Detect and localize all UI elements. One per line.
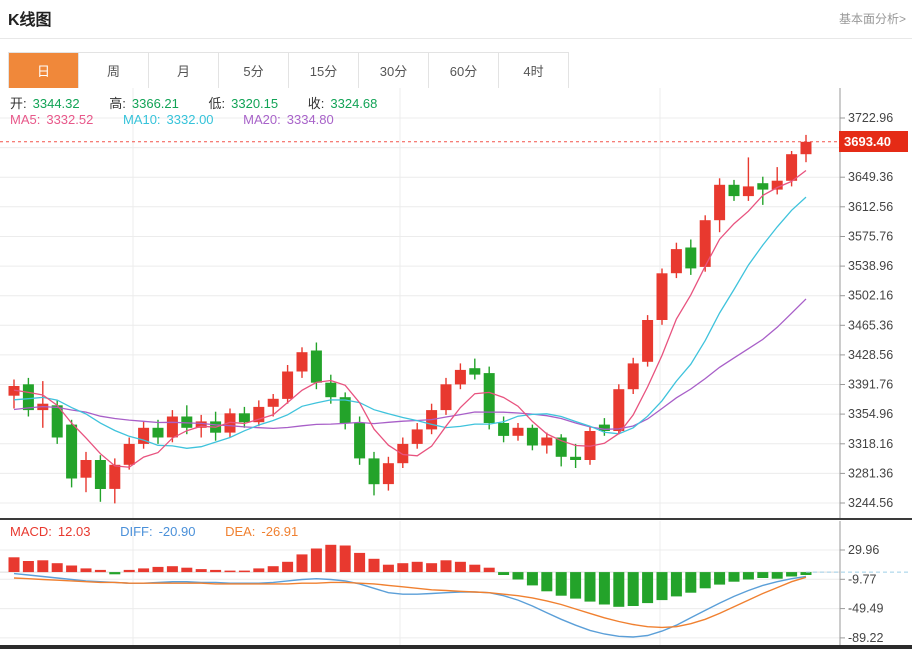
fundamental-analysis-link[interactable]: 基本面分析>: [839, 10, 906, 27]
candle-bodies: [9, 142, 812, 489]
tab-4时[interactable]: 4时: [499, 53, 568, 90]
y-axis-label: 3575.76: [848, 230, 893, 244]
y-axis-label: 3428.56: [848, 348, 893, 362]
y-axis-label: 3722.96: [848, 111, 893, 125]
macd-histogram: [9, 545, 812, 607]
y-axis-label: 3391.76: [848, 378, 893, 392]
y-axis-label: 3502.16: [848, 289, 893, 303]
y-axis-label: 3244.56: [848, 496, 893, 510]
bottom-border: [0, 645, 912, 649]
y-axis-label: 3354.96: [848, 407, 893, 421]
current-price-badge: 3693.40: [839, 131, 908, 152]
kline-page: K线图 基本面分析> 日周月5分15分30分60分4时 3722.963686.…: [0, 0, 912, 651]
y-axis-label: 3612.56: [848, 200, 893, 214]
header-divider: [0, 38, 912, 39]
y-axis-label: 3538.96: [848, 259, 893, 273]
interval-tabbar: 日周月5分15分30分60分4时: [8, 52, 569, 91]
y-axis-label: 3318.16: [848, 437, 893, 451]
macd-axis-label: -9.77: [848, 572, 877, 586]
pane-separator: [0, 518, 912, 520]
tab-5分[interactable]: 5分: [219, 53, 289, 90]
macd-chart[interactable]: 29.96-9.77-49.49-89.22 MACD:12.03 DIFF:-…: [0, 521, 912, 645]
macd-axis-label: -89.22: [848, 631, 883, 645]
y-axis-label: 3649.36: [848, 170, 893, 184]
macd-axis-label: -49.49: [848, 602, 883, 616]
candlestick-svg: 3722.963686.163649.363612.563575.763538.…: [0, 88, 912, 519]
tab-周[interactable]: 周: [79, 53, 149, 90]
y-axis-label: 3281.36: [848, 466, 893, 480]
tab-15分[interactable]: 15分: [289, 53, 359, 90]
tab-日[interactable]: 日: [9, 53, 79, 90]
y-axis-label: 3465.36: [848, 318, 893, 332]
macd-axis-label: 29.96: [848, 543, 879, 557]
candlestick-chart[interactable]: 3722.963686.163649.363612.563575.763538.…: [0, 88, 912, 519]
tab-月[interactable]: 月: [149, 53, 219, 90]
page-title: K线图: [8, 6, 52, 30]
tab-60分[interactable]: 60分: [429, 53, 499, 90]
tab-30分[interactable]: 30分: [359, 53, 429, 90]
macd-svg: 29.96 -9.77 -49.49 -89.22: [0, 521, 912, 645]
